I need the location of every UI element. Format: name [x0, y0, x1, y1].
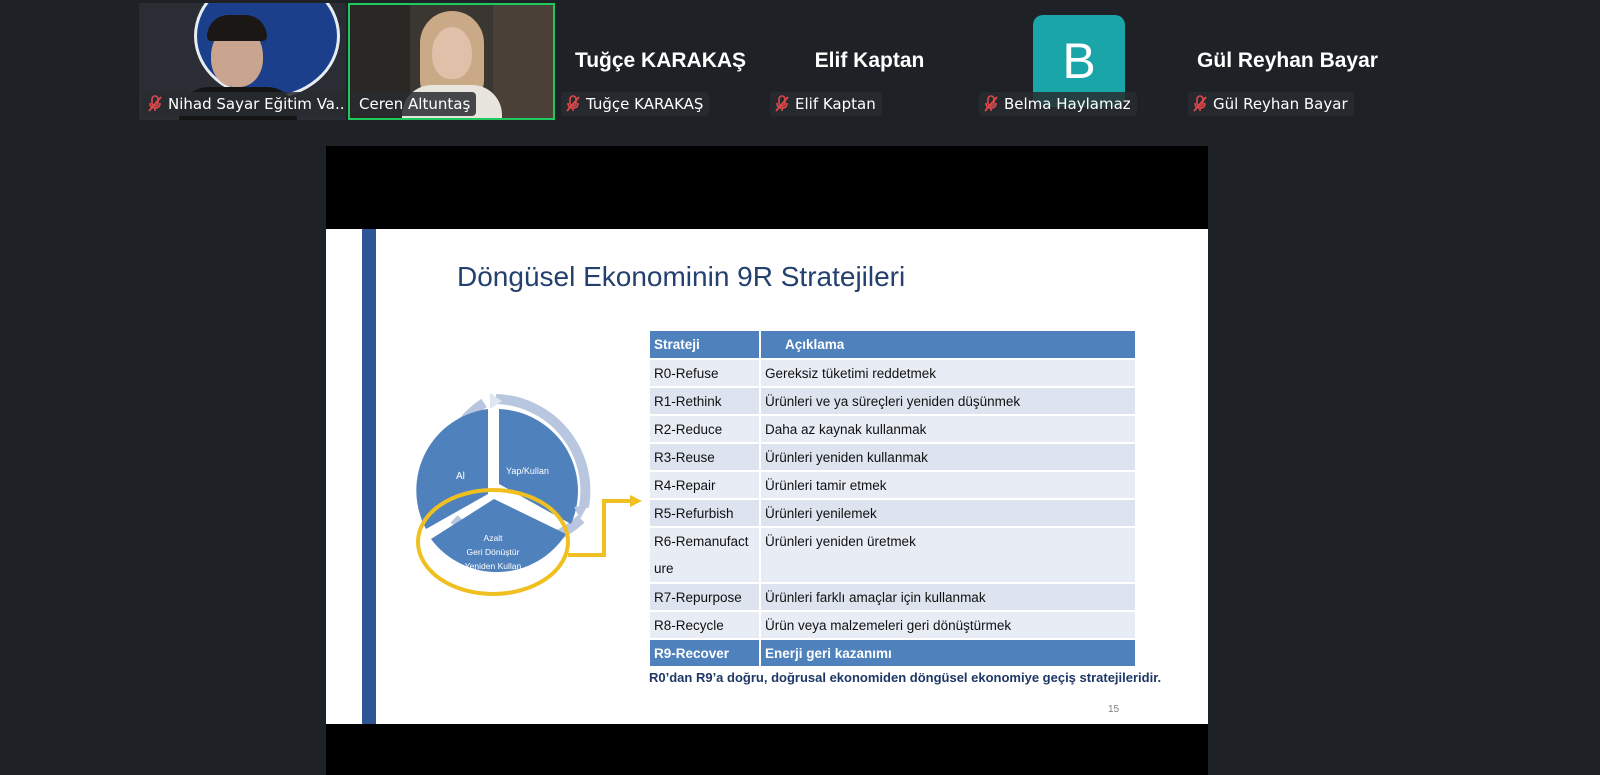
cycle-label-right: Yap/Kullan [506, 466, 549, 476]
table-row: R6-Remanufacture Ürünleri yeniden üretmek [650, 528, 1137, 584]
participant-tile-gul[interactable]: Gül Reyhan Bayar Gül Reyhan Bayar [1184, 3, 1391, 120]
table-row: R1-Rethink Ürünleri ve ya süreçleri yenid… [650, 388, 1137, 416]
strategy-code: R1-Rethink [650, 388, 761, 416]
cycle-label-bottom-1: Azalt [484, 533, 504, 543]
table-header-strategy: Strateji [650, 331, 761, 360]
strategy-description: Gereksiz tüketimi reddetmek [761, 360, 1137, 388]
table-row: R5-Refurbish Ürünleri yenilemek [650, 500, 1137, 528]
participant-nametag: Belma Haylamaz [979, 92, 1137, 116]
table-row: R4-Repair Ürünleri tamir etmek [650, 472, 1137, 500]
strategy-code: R4-Repair [650, 472, 761, 500]
participant-nametag: Ceren Altuntaş [352, 92, 477, 116]
participant-tile-belma[interactable]: B Belma Haylamaz [975, 3, 1182, 120]
slide-accent-bar [362, 229, 376, 724]
slide-title: Döngüsel Ekonominin 9R Stratejileri [457, 261, 906, 292]
participant-nametag: Elif Kaptan [770, 92, 882, 116]
slide-page-number: 15 [1108, 704, 1120, 715]
participant-name: Belma Haylamaz [1004, 95, 1131, 113]
shared-screen[interactable]: Döngüsel Ekonominin 9R Stratejileri Al Y… [326, 146, 1208, 775]
table-row: R0-Refuse Gereksiz tüketimi reddetmek [650, 360, 1137, 388]
table-row: R8-Recycle Ürün veya malzemeleri geri dön… [650, 612, 1137, 640]
strategy-description: Enerji geri kazanımı [761, 640, 1137, 668]
mic-muted-icon [775, 95, 789, 112]
mic-muted-icon [984, 95, 998, 112]
strategy-code: R6-Remanufacture [650, 528, 761, 584]
connector-arrowhead [630, 495, 642, 507]
strategy-description: Daha az kaynak kullanmak [761, 416, 1137, 444]
mic-muted-icon [148, 95, 162, 112]
strategy-code: R5-Refurbish [650, 500, 761, 528]
cycle-label-bottom-3: Yeniden Kullan [465, 561, 522, 571]
strategy-description: Ürün veya malzemeleri geri dönüştürmek [761, 612, 1137, 640]
participant-name: Gül Reyhan Bayar [1213, 95, 1348, 113]
table-header-description: Açıklama [761, 331, 1137, 360]
participant-name: Nihad Sayar Eğitim Va... [168, 95, 346, 113]
strategy-description: Ürünleri farklı amaçlar için kullanmak [761, 584, 1137, 612]
cycle-label-bottom-2: Geri Dönüştür [467, 547, 520, 557]
table-row: R9-Recover Enerji geri kazanımı [650, 640, 1137, 668]
table-row: R3-Reuse Ürünleri yeniden kullanmak [650, 444, 1137, 472]
participant-tile-tugce[interactable]: Tuğçe KARAKAŞ Tuğçe KARAKAŞ [557, 3, 764, 120]
video-hair [207, 15, 267, 41]
participant-display-name: Tuğçe KARAKAŞ [574, 49, 747, 72]
participant-name: Elif Kaptan [795, 95, 876, 113]
strategy-description: Ürünleri yeniden üretmek [761, 528, 1137, 584]
mic-muted-icon [566, 95, 580, 112]
strategy-code: R7-Repurpose [650, 584, 761, 612]
strategy-description: Ürünleri yenilemek [761, 500, 1137, 528]
strategy-code: R3-Reuse [650, 444, 761, 472]
strategy-code: R2-Reduce [650, 416, 761, 444]
video-face [432, 27, 472, 79]
participant-name: Ceren Altuntaş [359, 95, 471, 113]
strategy-code: R0-Refuse [650, 360, 761, 388]
strategy-code: R8-Recycle [650, 612, 761, 640]
participant-display-name: Gül Reyhan Bayar [1197, 49, 1378, 72]
strategy-description: Ürünleri ve ya süreçleri yeniden düşünme… [761, 388, 1137, 416]
strategy-table: Strateji Açıklama R0-Refuse Gereksiz tüke… [650, 331, 1137, 668]
participant-tile-elif[interactable]: Elif Kaptan Elif Kaptan [766, 3, 973, 120]
presentation-slide: Döngüsel Ekonominin 9R Stratejileri Al Y… [326, 229, 1208, 724]
cycle-diagram: Al Yap/Kullan Azalt Geri Dönüştür Yenide… [416, 393, 642, 596]
participant-nametag: Nihad Sayar Eğitim Va... [143, 92, 346, 116]
strategy-code: R9-Recover [650, 640, 761, 668]
participant-tile-nihad[interactable]: Nihad Sayar Eğitim Va... [139, 3, 346, 120]
participant-nametag: Tuğçe KARAKAŞ [561, 92, 710, 116]
strategy-description: Ürünleri tamir etmek [761, 472, 1137, 500]
participant-display-name: Elif Kaptan [814, 49, 925, 72]
participant-name: Tuğçe KARAKAŞ [586, 95, 704, 113]
cycle-label-left: Al [456, 471, 465, 482]
mic-muted-icon [1193, 95, 1207, 112]
table-row: R7-Repurpose Ürünleri farklı amaçlar için… [650, 584, 1137, 612]
participant-nametag: Gül Reyhan Bayar [1188, 92, 1354, 116]
table-row: R2-Reduce Daha az kaynak kullanmak [650, 416, 1137, 444]
video-background-right [493, 5, 553, 118]
slide-caption: R0’dan R9’a doğru, doğrusal ekonomiden d… [649, 670, 1162, 685]
participant-tile-ceren[interactable]: Ceren Altuntaş [348, 3, 555, 120]
strategy-description: Ürünleri yeniden kullanmak [761, 444, 1137, 472]
